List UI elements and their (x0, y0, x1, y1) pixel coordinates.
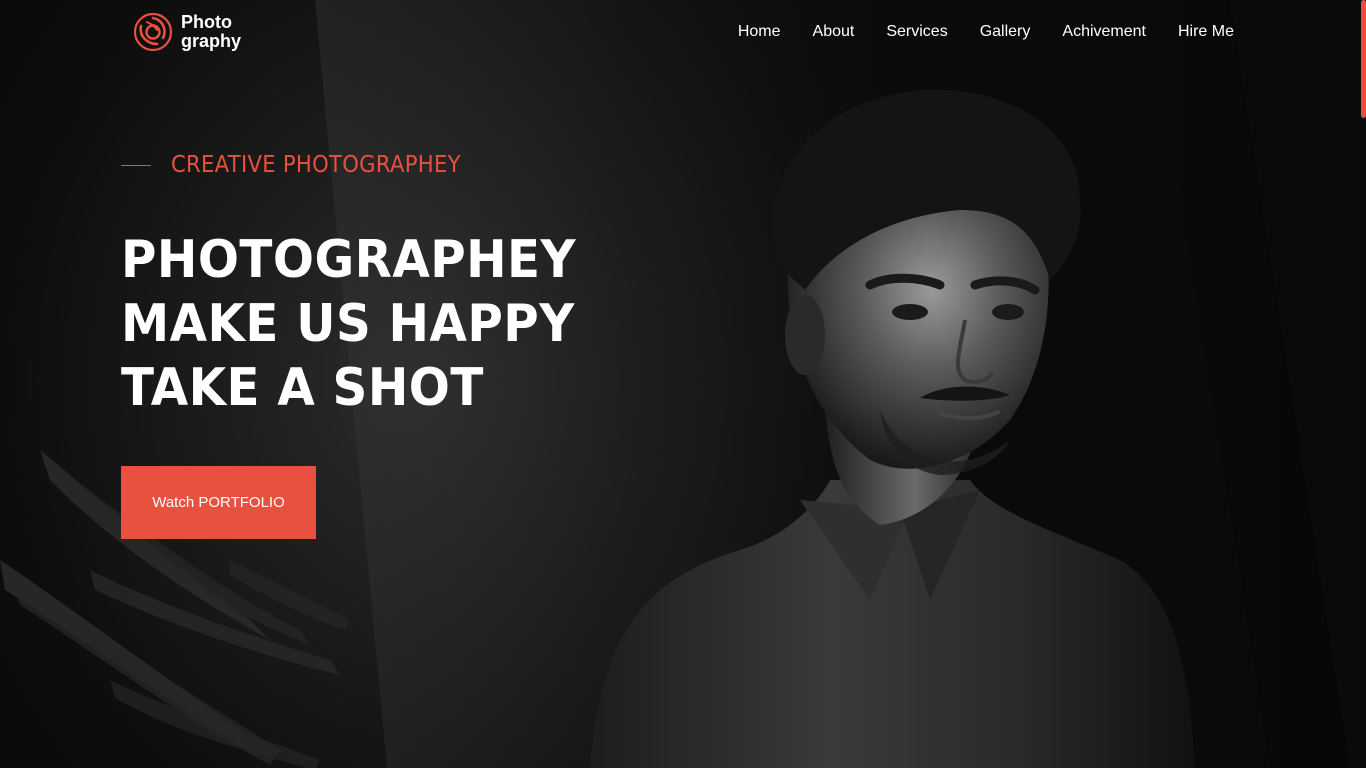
watch-portfolio-button[interactable]: Watch PORTFOLIO (121, 466, 316, 539)
headline-line-3: TAKE A SHOT (121, 358, 484, 418)
main-nav: Home About Services Gallery Achivement H… (738, 22, 1234, 42)
brand-logo[interactable]: Photo graphy (133, 12, 241, 52)
eyebrow-text: CREATIVE PHOTOGRAPHEY (171, 152, 461, 178)
scroll-indicator[interactable] (1361, 0, 1366, 118)
aperture-swirl-icon (133, 12, 173, 52)
hero-page: Photo graphy Home About Services Gallery… (0, 0, 1366, 768)
brand-name-line2: graphy (181, 31, 242, 51)
brand-name-line1: Photo (181, 12, 232, 32)
hero-headline: PHOTOGRAPHEY MAKE US HAPPY TAKE A SHOT (121, 228, 610, 420)
brand-name: Photo graphy (181, 13, 241, 51)
nav-item-hire-me[interactable]: Hire Me (1178, 22, 1234, 42)
hero-eyebrow: CREATIVE PHOTOGRAPHEY (121, 152, 486, 178)
eyebrow-divider (121, 164, 151, 166)
headline-line-2: MAKE US HAPPY (121, 294, 575, 354)
nav-item-gallery[interactable]: Gallery (980, 22, 1031, 42)
nav-item-services[interactable]: Services (886, 22, 947, 42)
headline-line-1: PHOTOGRAPHEY (121, 230, 577, 290)
nav-item-about[interactable]: About (813, 22, 855, 42)
portrait-photo (590, 89, 1195, 768)
nav-item-home[interactable]: Home (738, 22, 781, 42)
nav-item-achivement[interactable]: Achivement (1062, 22, 1146, 42)
